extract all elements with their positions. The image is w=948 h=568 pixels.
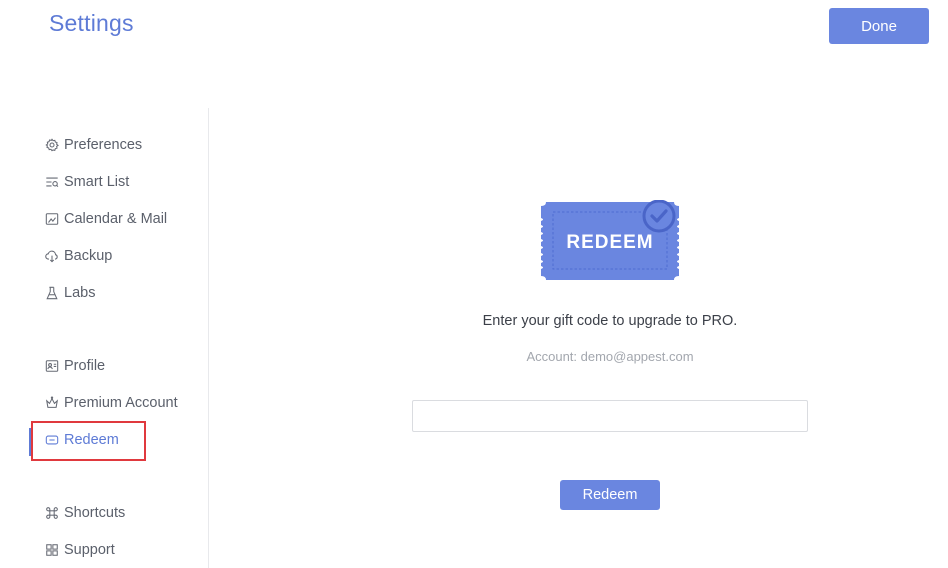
page-title: Settings — [49, 10, 134, 36]
flask-icon — [44, 286, 59, 301]
smart-list-icon — [44, 175, 59, 190]
sidebar-item-preferences[interactable]: Preferences — [44, 134, 142, 156]
ticket-label: REDEEM — [566, 232, 653, 253]
account-email: Account: demo@appest.com — [526, 349, 694, 364]
done-button[interactable]: Done — [829, 8, 929, 44]
sidebar-item-premium-account[interactable]: Premium Account — [44, 392, 178, 414]
crown-icon — [44, 396, 59, 411]
sidebar-item-label: Preferences — [64, 137, 143, 153]
profile-card-icon — [44, 359, 59, 374]
sidebar-item-shortcuts[interactable]: Shortcuts — [44, 502, 125, 524]
sidebar-item-label: Premium Account — [64, 395, 178, 411]
sidebar-item-label: Support — [64, 542, 115, 558]
gift-code-prompt: Enter your gift code to upgrade to PRO. — [482, 313, 738, 329]
sidebar-item-smart-list[interactable]: Smart List — [44, 171, 129, 193]
sidebar-item-backup[interactable]: Backup — [44, 245, 112, 267]
highlight-box — [31, 421, 146, 461]
redeem-button[interactable]: Redeem — [560, 480, 660, 510]
sidebar-item-calendar-mail[interactable]: Calendar & Mail — [44, 208, 167, 230]
sidebar-item-label: Profile — [64, 358, 106, 374]
sidebar-item-profile[interactable]: Profile — [44, 355, 105, 377]
sidebar-item-label: Smart List — [64, 174, 130, 190]
sidebar-item-label: Backup — [64, 248, 113, 264]
sidebar-item-label: Shortcuts — [64, 505, 126, 521]
sidebar-item-support[interactable]: Support — [44, 539, 115, 561]
gift-code-input[interactable] — [412, 400, 808, 432]
grid-icon — [44, 543, 59, 558]
sidebar-item-label: Labs — [64, 285, 96, 301]
calendar-mail-icon — [44, 212, 59, 227]
sidebar-divider — [208, 108, 209, 568]
cloud-icon — [44, 249, 59, 264]
redeem-ticket-icon: REDEEM — [541, 200, 679, 280]
gear-icon — [44, 138, 59, 153]
sidebar-item-labs[interactable]: Labs — [44, 282, 95, 304]
command-key-icon — [44, 506, 59, 521]
sidebar-item-label: Calendar & Mail — [64, 211, 168, 227]
